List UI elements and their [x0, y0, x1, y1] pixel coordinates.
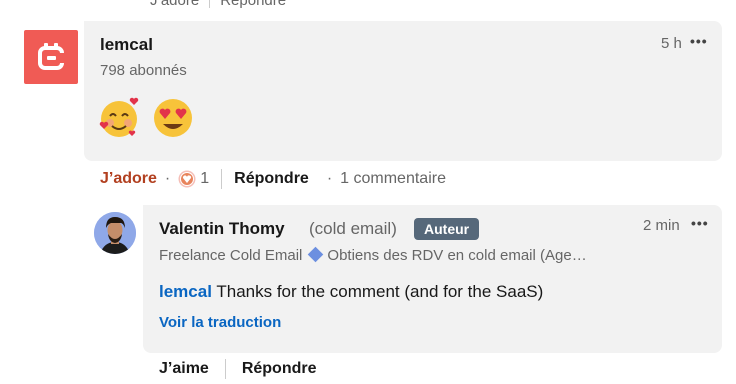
reply-body: Thanks for the comment (and for the SaaS…	[211, 282, 544, 301]
avatar[interactable]	[94, 212, 136, 254]
smiling-face-with-hearts-icon	[99, 97, 139, 137]
reply-author-pronoun: (cold email)	[309, 219, 397, 238]
comment-count-link[interactable]: 1 commentaire	[340, 170, 446, 188]
company-logo-lemcal[interactable]	[24, 30, 78, 84]
comment-actions: J’adore · 1 Répondre · 1 commentaire	[100, 167, 446, 191]
person-photo-icon	[94, 212, 136, 254]
reply-text: lemcal Thanks for the comment (and for t…	[159, 282, 543, 302]
previous-adore-link[interactable]: J’adore	[150, 0, 199, 9]
mention-link[interactable]: lemcal	[159, 282, 212, 301]
reply-button[interactable]: Répondre	[234, 170, 309, 188]
ellipsis-icon[interactable]: •••	[690, 33, 708, 49]
divider	[221, 169, 223, 189]
adore-reaction-button[interactable]: J’adore	[100, 170, 157, 188]
calendar-logo-icon	[38, 43, 64, 70]
reply-timestamp: 2 min	[643, 217, 680, 234]
previous-comment-actions: J’adore Répondre	[150, 0, 286, 9]
like-button[interactable]: J’aime	[159, 360, 209, 378]
comment-content	[96, 95, 196, 141]
reply-button[interactable]: Répondre	[242, 360, 317, 378]
reply-author-name[interactable]: Valentin Thomy	[159, 219, 285, 239]
love-reaction-icon[interactable]	[178, 170, 196, 188]
see-translation-link[interactable]: Voir la traduction	[159, 314, 281, 331]
divider	[224, 359, 226, 379]
comment-author-name[interactable]: lemcal	[100, 35, 153, 55]
divider	[209, 0, 211, 9]
comment-timestamp: 5 h	[661, 35, 682, 52]
previous-reply-link[interactable]: Répondre	[220, 0, 286, 9]
dot-separator: ·	[164, 170, 171, 187]
headline-part-1: Freelance Cold Email	[159, 247, 303, 264]
ellipsis-icon[interactable]: •••	[691, 215, 709, 231]
reply-bubble: Valentin Thomy (cold email) Auteur 2 min…	[143, 205, 722, 353]
reply-actions: J’aime Répondre	[159, 358, 316, 380]
headline-part-2: Obtiens des RDV en cold email (Age…	[327, 247, 587, 264]
dot-separator: ·	[326, 170, 333, 187]
comment-bubble: lemcal 798 abonnés 5 h •••	[84, 21, 722, 161]
diamond-icon	[308, 246, 324, 262]
reply-author-headline: Freelance Cold Email Obtiens des RDV en c…	[159, 246, 587, 264]
author-badge: Auteur	[414, 218, 480, 240]
reaction-count[interactable]: 1	[200, 170, 209, 188]
heart-eyes-icon	[154, 99, 192, 137]
comment-author-followers: 798 abonnés	[100, 62, 187, 79]
